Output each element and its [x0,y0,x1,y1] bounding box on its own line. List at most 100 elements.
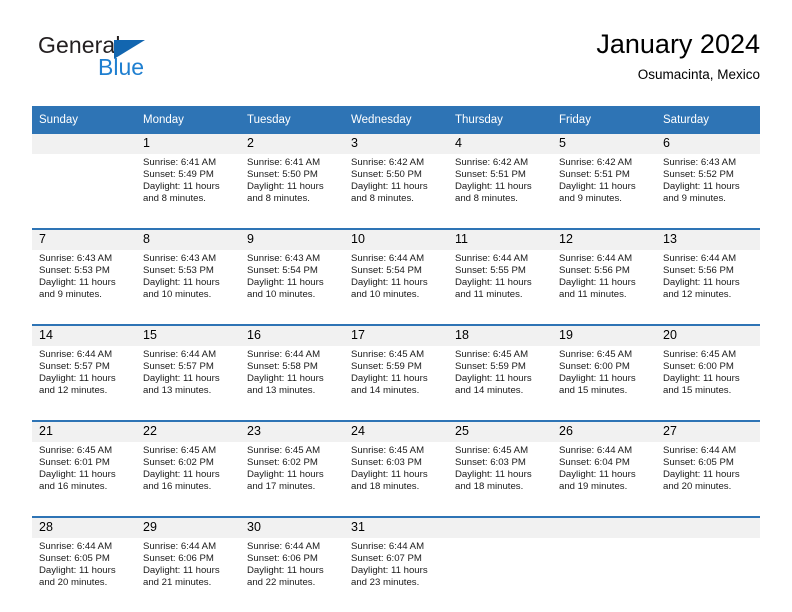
weekday-header-sunday: Sunday [32,106,136,134]
day-info-line: Sunrise: 6:42 AM [559,157,633,168]
day-info-line: and 14 minutes. [351,384,420,396]
day-cell[interactable]: Sunrise: 6:44 AM Sunset: 5:54 PM Daylight:… [344,250,448,325]
day-info-line: Sunset: 5:49 PM [143,168,214,180]
day-info-line: and 12 minutes. [39,384,108,396]
day-number[interactable]: 20 [656,324,760,346]
day-info-line: and 16 minutes. [143,480,212,492]
day-cell[interactable]: Sunrise: 6:43 AM Sunset: 5:52 PM Daylight:… [656,154,760,229]
day-info-line: Daylight: 11 hours [351,372,428,384]
day-cell[interactable]: Sunrise: 6:44 AM Sunset: 6:06 PM Daylight:… [240,538,344,612]
day-cell[interactable]: Sunrise: 6:44 AM Sunset: 6:05 PM Daylight:… [656,442,760,517]
day-info-line: and 14 minutes. [455,384,524,396]
day-number[interactable]: 2 [240,134,344,154]
day-number[interactable]: 25 [448,420,552,442]
day-cell[interactable]: Sunrise: 6:45 AM Sunset: 5:59 PM Daylight:… [344,346,448,421]
general-blue-logo[interactable]: General Blue [38,32,228,90]
day-number[interactable]: 31 [344,516,448,538]
day-cell[interactable]: Sunrise: 6:44 AM Sunset: 6:05 PM Daylight:… [32,538,136,612]
day-number[interactable]: 3 [344,134,448,154]
day-number[interactable]: 9 [240,228,344,250]
day-number[interactable]: 15 [136,324,240,346]
day-info-line: Daylight: 11 hours [559,180,636,192]
day-info-line: Sunset: 5:58 PM [247,360,318,372]
day-number[interactable]: 24 [344,420,448,442]
day-cell[interactable]: Sunrise: 6:42 AM Sunset: 5:51 PM Daylight:… [552,154,656,229]
day-cell[interactable]: Sunrise: 6:45 AM Sunset: 6:02 PM Daylight:… [240,442,344,517]
day-number[interactable]: 11 [448,228,552,250]
day-cell[interactable]: Sunrise: 6:44 AM Sunset: 5:56 PM Daylight:… [552,250,656,325]
day-info-line: Sunset: 6:00 PM [559,360,630,372]
day-cell[interactable]: Sunrise: 6:45 AM Sunset: 6:02 PM Daylight:… [136,442,240,517]
day-number[interactable]: 12 [552,228,656,250]
day-cell[interactable]: Sunrise: 6:45 AM Sunset: 6:00 PM Daylight:… [656,346,760,421]
day-number[interactable]: 4 [448,134,552,154]
day-info-line: Sunset: 5:53 PM [143,264,214,276]
day-info-line: Sunrise: 6:45 AM [455,445,529,456]
day-number[interactable]: 30 [240,516,344,538]
day-info-line: Sunrise: 6:44 AM [39,541,113,552]
day-number[interactable]: 17 [344,324,448,346]
day-cell[interactable]: Sunrise: 6:44 AM Sunset: 6:06 PM Daylight:… [136,538,240,612]
day-number[interactable]: 5 [552,134,656,154]
day-number[interactable]: 7 [32,228,136,250]
day-cell[interactable]: Sunrise: 6:41 AM Sunset: 5:50 PM Daylight:… [240,154,344,229]
day-info-line: Sunset: 6:02 PM [247,456,318,468]
weekday-header-wednesday: Wednesday [344,106,448,134]
day-cell[interactable]: Sunrise: 6:44 AM Sunset: 6:04 PM Daylight:… [552,442,656,517]
day-cell[interactable]: Sunrise: 6:43 AM Sunset: 5:54 PM Daylight:… [240,250,344,325]
day-cell[interactable]: Sunrise: 6:45 AM Sunset: 6:03 PM Daylight:… [448,442,552,517]
page-subtitle: Osumacinta, Mexico [637,67,760,82]
day-number[interactable]: 22 [136,420,240,442]
day-info-line: and 20 minutes. [39,576,108,588]
day-info-line: Sunset: 5:59 PM [351,360,422,372]
day-detail-row: Sunrise: 6:41 AM Sunset: 5:49 PM Daylight:… [32,154,760,229]
day-cell[interactable]: Sunrise: 6:45 AM Sunset: 5:59 PM Daylight:… [448,346,552,421]
day-info-line: Sunrise: 6:44 AM [247,541,321,552]
day-number[interactable]: 21 [32,420,136,442]
day-number[interactable]: 23 [240,420,344,442]
day-info-line: Sunset: 6:03 PM [351,456,422,468]
day-cell[interactable]: Sunrise: 6:44 AM Sunset: 5:58 PM Daylight:… [240,346,344,421]
day-number[interactable]: 6 [656,134,760,154]
day-number[interactable]: 28 [32,516,136,538]
day-number[interactable]: 8 [136,228,240,250]
day-number[interactable]: 1 [136,134,240,154]
day-number[interactable]: 10 [344,228,448,250]
day-cell[interactable]: Sunrise: 6:42 AM Sunset: 5:50 PM Daylight:… [344,154,448,229]
day-cell[interactable]: Sunrise: 6:44 AM Sunset: 5:55 PM Daylight:… [448,250,552,325]
day-cell[interactable]: Sunrise: 6:44 AM Sunset: 5:57 PM Daylight:… [136,346,240,421]
day-number[interactable]: 19 [552,324,656,346]
day-info-line: and 10 minutes. [351,288,420,300]
day-number[interactable]: 29 [136,516,240,538]
day-number[interactable]: 14 [32,324,136,346]
day-info-line: Daylight: 11 hours [247,564,324,576]
day-info-line: Sunrise: 6:43 AM [143,253,217,264]
day-info-line: Daylight: 11 hours [39,372,116,384]
day-cell[interactable]: Sunrise: 6:42 AM Sunset: 5:51 PM Daylight:… [448,154,552,229]
day-cell[interactable]: Sunrise: 6:43 AM Sunset: 5:53 PM Daylight:… [32,250,136,325]
day-info-line: Daylight: 11 hours [143,372,220,384]
day-info-line: Sunset: 6:05 PM [39,552,110,564]
day-number[interactable]: 18 [448,324,552,346]
day-info-line: Daylight: 11 hours [143,564,220,576]
calendar-page: General Blue January 2024 Osumacinta, Me… [0,0,792,612]
day-info-line: Daylight: 11 hours [663,180,740,192]
day-info-line: Sunrise: 6:45 AM [351,349,425,360]
day-number[interactable]: 27 [656,420,760,442]
day-info-line: Daylight: 11 hours [39,468,116,480]
day-cell[interactable]: Sunrise: 6:44 AM Sunset: 5:57 PM Daylight:… [32,346,136,421]
day-cell[interactable]: Sunrise: 6:45 AM Sunset: 6:01 PM Daylight:… [32,442,136,517]
day-number[interactable]: 26 [552,420,656,442]
day-number[interactable]: 16 [240,324,344,346]
day-cell[interactable]: Sunrise: 6:43 AM Sunset: 5:53 PM Daylight:… [136,250,240,325]
page-header: General Blue January 2024 Osumacinta, Me… [32,28,760,94]
day-cell[interactable]: Sunrise: 6:44 AM Sunset: 5:56 PM Daylight:… [656,250,760,325]
day-cell[interactable]: Sunrise: 6:41 AM Sunset: 5:49 PM Daylight:… [136,154,240,229]
day-number[interactable]: 13 [656,228,760,250]
day-cell[interactable]: Sunrise: 6:44 AM Sunset: 6:07 PM Daylight:… [344,538,448,612]
day-info-line: Daylight: 11 hours [39,276,116,288]
day-info-line: and 10 minutes. [143,288,212,300]
day-cell[interactable]: Sunrise: 6:45 AM Sunset: 6:00 PM Daylight:… [552,346,656,421]
day-cell[interactable]: Sunrise: 6:45 AM Sunset: 6:03 PM Daylight:… [344,442,448,517]
day-info-line: Sunrise: 6:44 AM [143,541,217,552]
